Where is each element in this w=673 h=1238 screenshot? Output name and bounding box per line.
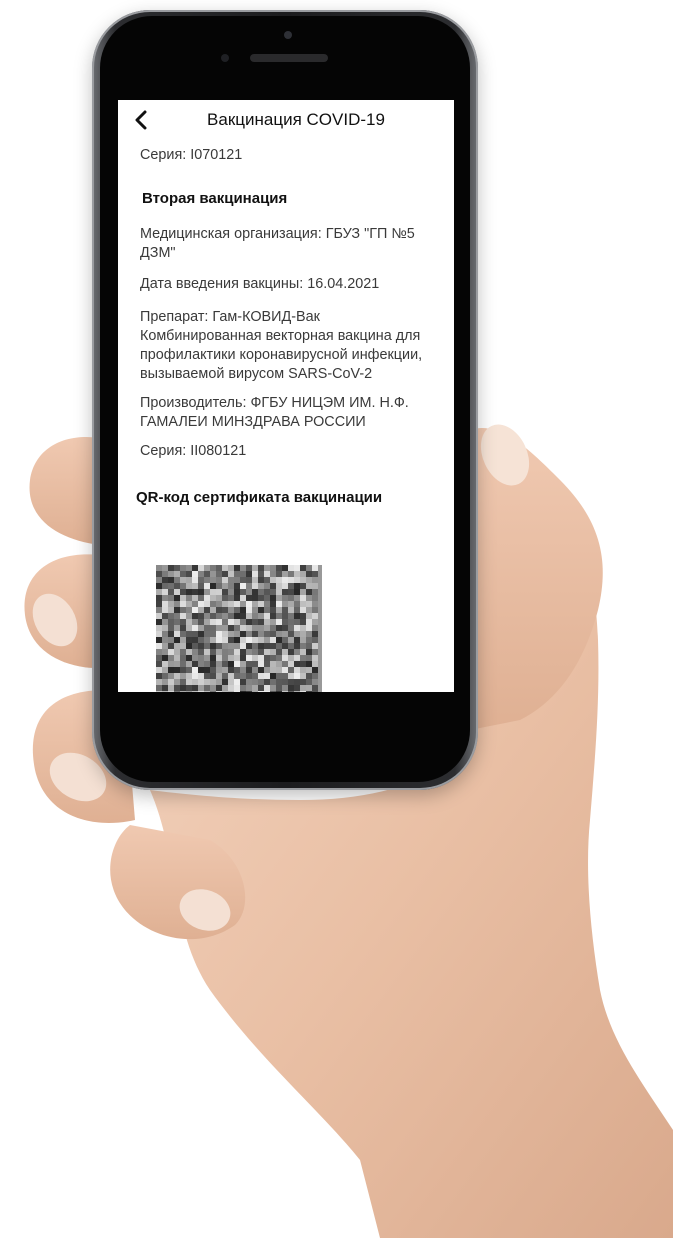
proximity-sensor — [221, 54, 229, 62]
second-vaccination-heading: Вторая вакцинация — [142, 190, 288, 207]
earpiece-speaker — [250, 54, 328, 62]
medical-organization: Медицинская организация: ГБУЗ "ГП №5 ДЗМ… — [140, 225, 446, 263]
drug-line-2: Комбинированная векторная вакцина для — [140, 328, 421, 344]
page-title: Вакцинация COVID-19 — [207, 110, 385, 129]
front-camera — [284, 31, 292, 39]
drug-line-4: вызываемой вирусом SARS-CoV-2 — [140, 366, 373, 382]
chevron-left-icon — [135, 110, 147, 130]
vaccine-drug: Препарат: Гам-КОВИД-Вак Комбинированная … — [140, 308, 446, 384]
app-screen: Вакцинация COVID-19 Серия: I070121 Втора… — [118, 100, 454, 692]
second-vaccination-series: Серия: II080121 — [140, 443, 247, 459]
manufacturer-line-1: Производитель: ФГБУ НИЦЭМ ИМ. Н.Ф. — [140, 395, 409, 411]
qr-code-image[interactable] — [156, 565, 322, 692]
manufacturer-line-2: ГАМАЛЕИ МИНЗДРАВА РОССИИ — [140, 414, 366, 430]
navigation-bar: Вакцинация COVID-19 — [118, 100, 454, 140]
drug-line-3: профилактики коронавирусной инфекции, — [140, 347, 423, 363]
organization-line-1: Медицинская организация: ГБУЗ "ГП №5 — [140, 226, 415, 242]
vaccination-date: Дата введения вакцины: 16.04.2021 — [140, 276, 380, 292]
back-button[interactable] — [126, 106, 156, 134]
qr-pixel — [312, 691, 318, 692]
manufacturer: Производитель: ФГБУ НИЦЭМ ИМ. Н.Ф. ГАМАЛ… — [140, 394, 446, 432]
qr-section-heading: QR-код сертификата вакцинации — [136, 489, 383, 506]
organization-line-2: ДЗМ" — [140, 245, 176, 261]
certificate-details: Серия: I070121 Вторая вакцинация Медицин… — [136, 138, 446, 506]
first-vaccination-series: Серия: I070121 — [140, 147, 243, 163]
drug-line-1: Препарат: Гам-КОВИД-Вак — [140, 309, 320, 325]
